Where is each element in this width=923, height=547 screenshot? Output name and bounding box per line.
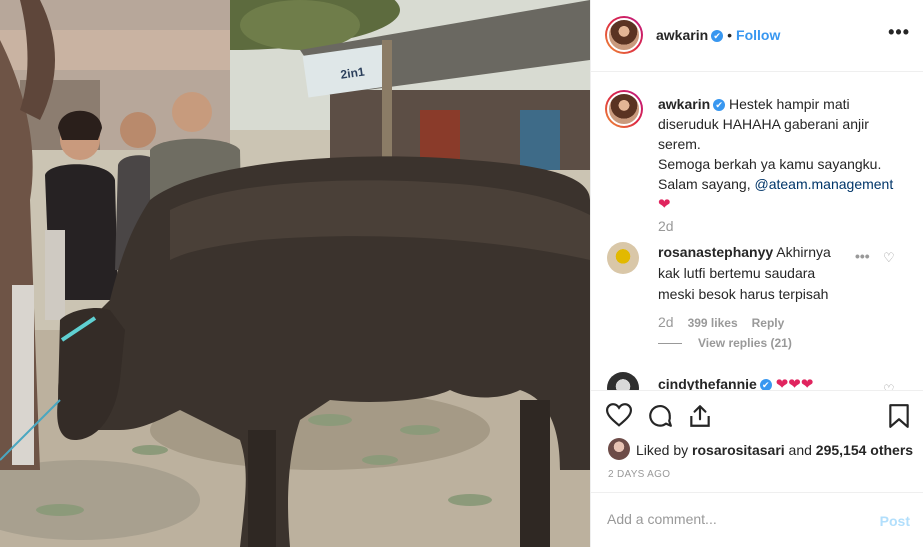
- more-options-icon[interactable]: •••: [888, 22, 910, 43]
- comment-username[interactable]: cindythefannie: [658, 376, 757, 390]
- comment-input[interactable]: [607, 511, 867, 527]
- post-comment-button[interactable]: Post: [880, 513, 910, 529]
- liker-avatar[interactable]: [608, 438, 630, 460]
- comment-meta: 2d 399 likes Reply: [658, 314, 798, 330]
- caption-line-3-prefix: Salam sayang,: [658, 176, 755, 192]
- liker-username[interactable]: rosarositasari: [692, 442, 785, 458]
- author-username[interactable]: awkarin: [656, 27, 708, 43]
- caption-mention-link[interactable]: @ateam.management: [755, 176, 894, 192]
- header-user-line: awkarin ✔ • Follow: [656, 27, 780, 43]
- verified-icon: ✔: [711, 30, 724, 43]
- replies-divider-line: [658, 343, 682, 345]
- comment-text-block: cindythefannie ✔ ❤❤❤: [658, 375, 813, 390]
- like-icon[interactable]: [605, 403, 633, 430]
- heart-emoji: ❤: [658, 196, 671, 213]
- caption-line-2: Semoga berkah ya kamu sayangku.: [658, 156, 882, 172]
- verified-icon: ✔: [713, 99, 726, 112]
- view-replies-label: View replies (21): [698, 336, 792, 350]
- cow-photo-illustration: 2in1: [0, 0, 590, 547]
- post-side-panel: awkarin ✔ • Follow ••• awkarin ✔ Hestek hamp…: [590, 0, 923, 547]
- comment-likes[interactable]: 399 likes: [688, 316, 738, 330]
- view-replies-button[interactable]: View replies (21): [658, 336, 792, 350]
- verified-icon: ✔: [759, 379, 772, 390]
- likes-summary[interactable]: Liked by rosarositasari and 295,154 othe…: [636, 442, 913, 458]
- bookmark-icon[interactable]: [888, 403, 910, 432]
- comment-options-icon[interactable]: •••: [855, 248, 870, 264]
- likes-middle: and: [784, 442, 816, 458]
- caption: awkarin ✔ Hestek hampir mati diseruduk HA…: [658, 94, 908, 215]
- caption-username[interactable]: awkarin: [658, 96, 710, 112]
- add-comment-bar: Post: [591, 492, 923, 547]
- comments-list[interactable]: awkarin ✔ Hestek hampir mati diseruduk HA…: [591, 72, 923, 390]
- comment-text: ❤❤❤: [775, 376, 814, 390]
- caption-time[interactable]: 2d: [658, 218, 674, 234]
- author-avatar[interactable]: [605, 16, 643, 54]
- comment-text-block: rosanastephanyy Akhirnya kak lutfi berte…: [658, 242, 853, 305]
- comment-like-icon[interactable]: ♡: [883, 250, 895, 266]
- likes-count[interactable]: 295,154 others: [816, 442, 913, 458]
- reply-button[interactable]: Reply: [752, 316, 785, 330]
- comment-time[interactable]: 2d: [658, 314, 674, 330]
- commenter-avatar[interactable]: [607, 372, 639, 390]
- post-header: awkarin ✔ • Follow •••: [591, 0, 923, 72]
- separator-dot: •: [727, 27, 733, 43]
- comment-icon[interactable]: [647, 403, 673, 432]
- likes-prefix: Liked by: [636, 442, 693, 458]
- comment-username[interactable]: rosanastephanyy: [658, 244, 773, 260]
- action-bar: Liked by rosarositasari and 295,154 othe…: [591, 390, 923, 490]
- commenter-avatar[interactable]: [607, 242, 639, 274]
- share-icon[interactable]: [687, 403, 713, 432]
- post-photo[interactable]: 2in1: [0, 0, 590, 547]
- post-date[interactable]: 2 DAYS AGO: [608, 469, 670, 480]
- follow-button[interactable]: Follow: [736, 27, 780, 43]
- caption-avatar[interactable]: [605, 90, 643, 128]
- comment-like-icon[interactable]: ♡: [883, 382, 895, 390]
